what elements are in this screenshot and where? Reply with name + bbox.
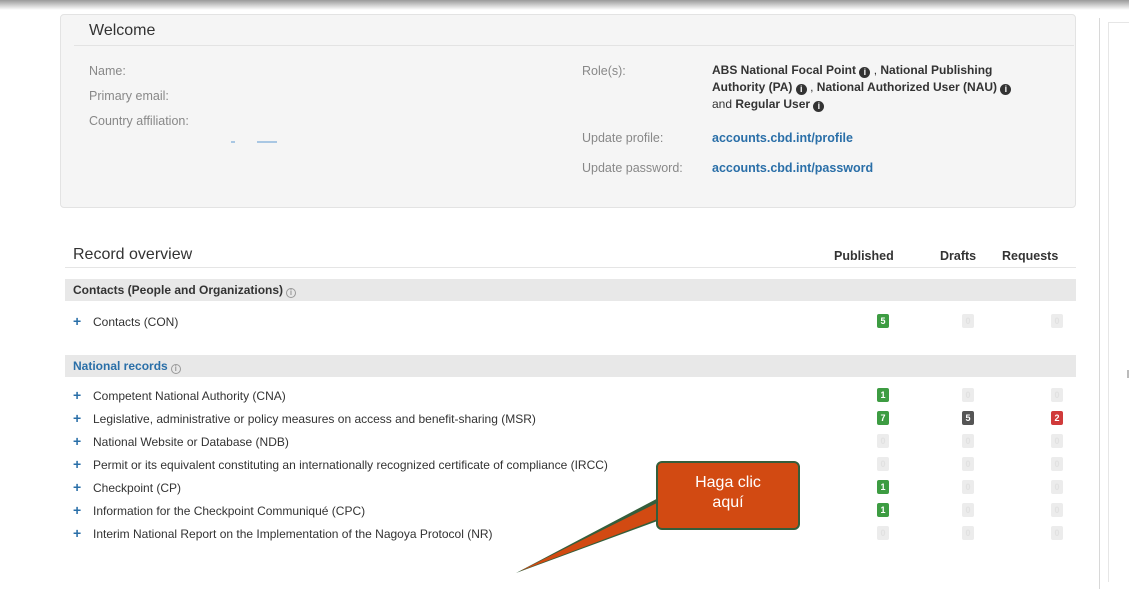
callout-line-2: aquí <box>712 494 744 511</box>
callout-bubble: Haga clic aquí <box>656 461 800 530</box>
callout-line-1: Haga clic <box>695 474 761 491</box>
callout-arrow <box>516 495 682 573</box>
